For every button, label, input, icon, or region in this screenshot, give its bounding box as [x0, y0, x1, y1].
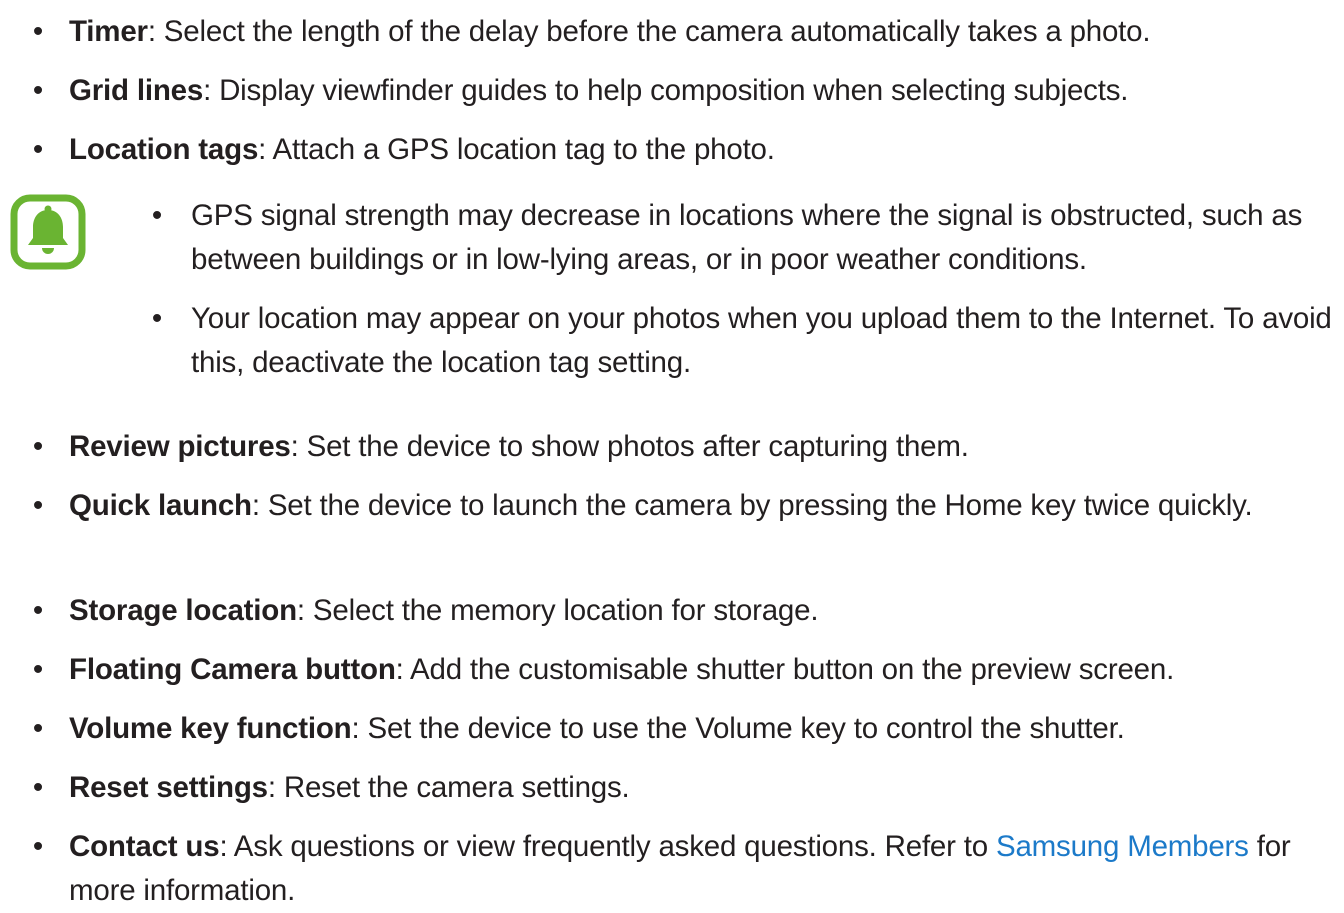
item-description: : Ask questions or view frequently asked… [219, 830, 996, 863]
bullet: • [32, 653, 44, 686]
note-item-gps: • GPS signal strength may decrease in lo… [147, 194, 1342, 282]
item-description: : Set the device to launch the camera by… [251, 489, 1253, 522]
bullet: • [32, 489, 44, 522]
item-description: : Select the length of the delay before … [147, 15, 1151, 48]
bullet: • [32, 133, 44, 166]
list-item-grid-lines: • Grid lines: Display viewfinder guides … [28, 69, 1338, 113]
bullet: • [32, 15, 44, 48]
bullet: • [32, 594, 44, 627]
item-term: Volume key function [69, 712, 352, 745]
note-text: GPS signal strength may decrease in loca… [191, 199, 1303, 276]
item-term: Reset settings [69, 771, 268, 804]
item-term: Storage location [69, 594, 297, 627]
notification-bell-icon [10, 194, 86, 270]
list-item-reset-settings: • Reset settings: Reset the camera setti… [28, 766, 1338, 810]
item-term: Grid lines [69, 74, 204, 107]
item-term: Quick launch [69, 489, 252, 522]
item-term: Contact us [69, 830, 220, 863]
bullet: • [151, 302, 163, 335]
list-item-volume-key-function: • Volume key function: Set the device to… [28, 707, 1338, 751]
bullet: • [32, 74, 44, 107]
item-term: Floating Camera button [69, 653, 396, 686]
list-item-location-tags: • Location tags: Attach a GPS location t… [28, 128, 1338, 172]
item-description: : Add the customisable shutter button on… [395, 653, 1175, 686]
item-term: Timer [69, 15, 148, 48]
note-item-location-privacy: • Your location may appear on your photo… [147, 297, 1342, 385]
list-item-contact-us: • Contact us: Ask questions or view freq… [28, 825, 1338, 913]
item-description: : Attach a GPS location tag to the photo… [258, 133, 775, 166]
bullet: • [32, 430, 44, 463]
list-item-quick-launch: • Quick launch: Set the device to launch… [28, 484, 1338, 528]
item-description: : Reset the camera settings. [267, 771, 630, 804]
item-description: : Display viewfinder guides to help comp… [203, 74, 1129, 107]
list-item-review-pictures: • Review pictures: Set the device to sho… [28, 425, 1338, 469]
list-item-floating-camera-button: • Floating Camera button: Add the custom… [28, 648, 1338, 692]
item-term: Review pictures [69, 430, 291, 463]
bullet: • [32, 830, 44, 863]
item-description: : Select the memory location for storage… [296, 594, 819, 627]
samsung-members-link[interactable]: Samsung Members [996, 830, 1249, 863]
item-term: Location tags [69, 133, 259, 166]
bullet: • [32, 771, 44, 804]
bullet: • [151, 199, 163, 232]
document-page: • Timer: Select the length of the delay … [0, 0, 1344, 912]
note-text: Your location may appear on your photos … [191, 302, 1332, 379]
list-item-storage-location: • Storage location: Select the memory lo… [28, 589, 1338, 633]
list-item-timer: • Timer: Select the length of the delay … [28, 10, 1338, 54]
bullet: • [32, 712, 44, 745]
item-description: : Set the device to use the Volume key t… [351, 712, 1125, 745]
item-description: : Set the device to show photos after ca… [290, 430, 969, 463]
